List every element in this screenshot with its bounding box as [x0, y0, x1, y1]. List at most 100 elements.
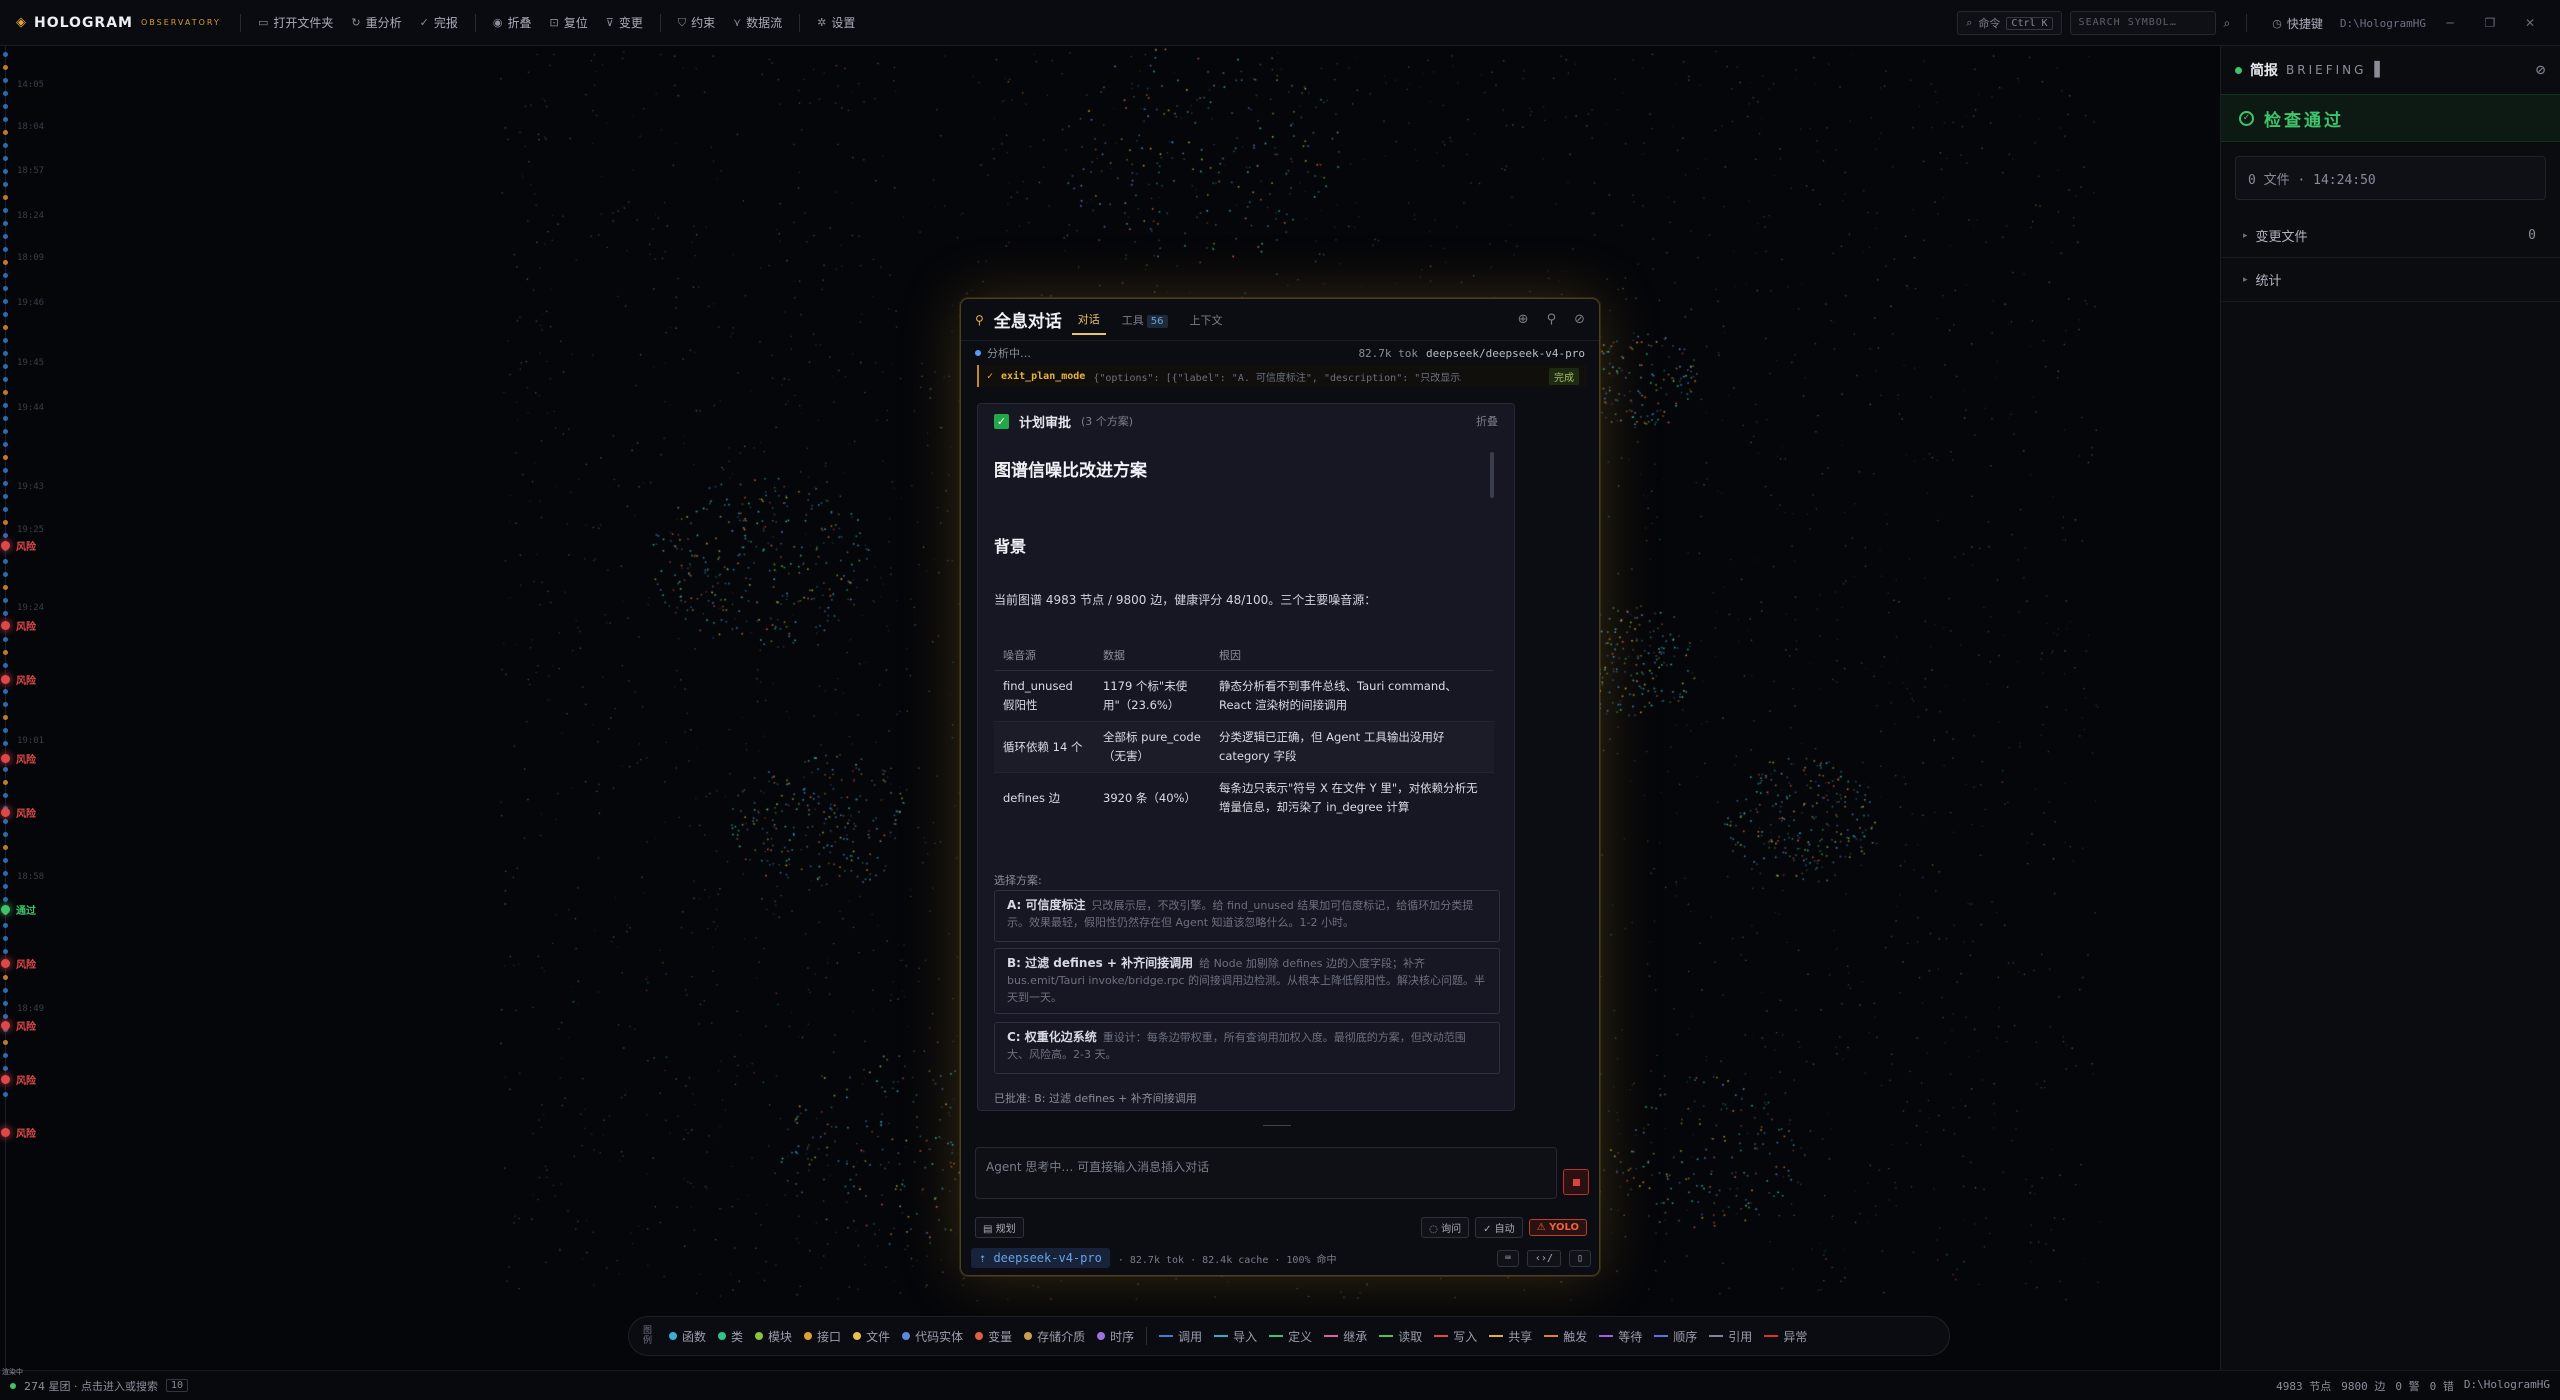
timeline-event-dot[interactable] — [3, 52, 8, 57]
minimize-icon[interactable]: ─ — [2434, 16, 2466, 30]
legend-item[interactable]: 等待 — [1599, 1328, 1642, 1345]
timeline-risk-marker[interactable]: 风险 — [1, 1018, 36, 1033]
legend-item[interactable]: 写入 — [1434, 1328, 1477, 1345]
legend-item[interactable]: 继承 — [1324, 1328, 1367, 1345]
timeline-event-dot[interactable] — [3, 845, 8, 850]
tab-context[interactable]: 上下文 — [1184, 306, 1229, 334]
model-chip[interactable]: ⇡ deepseek-v4-pro — [971, 1248, 1110, 1268]
timeline-event-dot[interactable] — [3, 663, 8, 668]
timeline-event-dot[interactable] — [3, 182, 8, 187]
timeline-event-dot[interactable] — [3, 923, 8, 928]
resize-handle[interactable] — [1263, 1125, 1291, 1128]
toolbar-button[interactable]: ⋎ 数据流 — [724, 9, 791, 37]
tab-tools[interactable]: 工具 56 — [1116, 306, 1174, 334]
timeline-event-dot[interactable] — [3, 507, 8, 512]
legend-item[interactable]: 定义 — [1269, 1328, 1312, 1345]
legend-item[interactable]: 时序 — [1097, 1328, 1134, 1345]
timeline-event-dot[interactable] — [3, 130, 8, 135]
timeline-risk-marker[interactable]: 风险 — [1, 538, 36, 553]
stop-button[interactable] — [1563, 1169, 1589, 1195]
timeline-event-dot[interactable] — [3, 156, 8, 161]
timeline-event-dot[interactable] — [3, 91, 8, 96]
timeline-event-dot[interactable] — [3, 169, 8, 174]
timeline-event-dot[interactable] — [3, 637, 8, 642]
timeline-event-dot[interactable] — [3, 325, 8, 330]
timeline-event-dot[interactable] — [3, 949, 8, 954]
legend-item[interactable]: 接口 — [804, 1328, 841, 1345]
timeline-risk-marker[interactable]: 风险 — [1, 672, 36, 687]
timeline-event-dot[interactable] — [3, 832, 8, 837]
maximize-icon[interactable]: ❐ — [2474, 16, 2506, 30]
legend-item[interactable]: 代码实体 — [902, 1328, 963, 1345]
keyboard-icon[interactable]: ⌨ — [1496, 1249, 1519, 1267]
timeline-event-dot[interactable] — [3, 338, 8, 343]
timeline-risk-marker[interactable]: 风险 — [1, 805, 36, 820]
toolbar-button[interactable]: ✲ 设置 — [808, 9, 864, 37]
legend-item[interactable]: 共享 — [1489, 1328, 1532, 1345]
toolbar-button[interactable]: ⊽ 变更 — [597, 9, 652, 37]
timeline-event-dot[interactable] — [3, 143, 8, 148]
legend-item[interactable]: 类 — [718, 1328, 743, 1345]
code-icon[interactable]: ‹›/ — [1526, 1249, 1561, 1267]
search-icon[interactable]: ⌕ — [2224, 16, 2231, 31]
legend-item[interactable]: 导入 — [1214, 1328, 1257, 1345]
legend-item[interactable]: 异常 — [1764, 1328, 1807, 1345]
target-icon[interactable]: ⊕ — [1518, 312, 1529, 327]
timeline-event-dot[interactable] — [3, 195, 8, 200]
pin-icon[interactable]: ⚲ — [1547, 312, 1557, 327]
toolbar-button[interactable]: ◉ 折叠 — [484, 9, 541, 37]
timeline-event-dot[interactable] — [3, 702, 8, 707]
legend-item[interactable]: 顺序 — [1654, 1328, 1697, 1345]
timeline-event-dot[interactable] — [3, 390, 8, 395]
timeline-event-dot[interactable] — [3, 884, 8, 889]
timeline-event-dot[interactable] — [3, 429, 8, 434]
timeline-event-dot[interactable] — [3, 117, 8, 122]
timeline-event-dot[interactable] — [3, 936, 8, 941]
timeline-event-dot[interactable] — [3, 858, 8, 863]
timeline-risk-marker[interactable]: 风险 — [1, 618, 36, 633]
symbol-search-input[interactable]: SEARCH SYMBOL… — [2069, 11, 2216, 35]
timeline-risk-marker[interactable]: 风险 — [1, 1072, 36, 1087]
timeline-event-dot[interactable] — [3, 299, 8, 304]
timeline-risk-marker[interactable]: 风险 — [1, 751, 36, 766]
disable-icon[interactable]: ⊘ — [1574, 312, 1585, 327]
timeline-event-dot[interactable] — [3, 650, 8, 655]
plan-option[interactable]: A: 可信度标注 只改展示层，不改引擎。给 find_unused 结果加可信度标… — [994, 890, 1500, 942]
timeline-event-dot[interactable] — [3, 351, 8, 356]
toolbar-button[interactable]: ✓ 完报 — [411, 9, 467, 37]
legend-item[interactable]: 读取 — [1379, 1328, 1422, 1345]
timeline-event-dot[interactable] — [3, 286, 8, 291]
timeline-event-dot[interactable] — [3, 78, 8, 83]
toolbar-button[interactable]: ↻ 重分析 — [342, 9, 410, 37]
timeline-event-dot[interactable] — [3, 1001, 8, 1006]
doc-icon[interactable]: ▯ — [1568, 1249, 1591, 1267]
tool-call-line[interactable]: ✓ exit_plan_mode {"options": [{"label": … — [977, 365, 1587, 387]
timeline-event-dot[interactable] — [3, 689, 8, 694]
toolbar-button[interactable]: ▭ 打开文件夹 — [249, 9, 342, 37]
timeline-event-dot[interactable] — [3, 728, 8, 733]
timeline-event-dot[interactable] — [3, 572, 8, 577]
legend-item[interactable]: 调用 — [1159, 1328, 1202, 1345]
plan-option[interactable]: B: 过滤 defines + 补齐间接调用给 Node 加剔除 defines… — [994, 948, 1500, 1014]
timeline-event-dot[interactable] — [3, 520, 8, 525]
timeline-event-dot[interactable] — [3, 403, 8, 408]
ask-mode-button[interactable]: ◌ 询问 — [1421, 1216, 1470, 1238]
toolbar-button[interactable]: ⊡ 复位 — [541, 9, 597, 37]
legend-item[interactable]: 变量 — [975, 1328, 1012, 1345]
section-stats[interactable]: ▸ 统计 — [2221, 258, 2560, 302]
timeline-event-dot[interactable] — [3, 273, 8, 278]
timeline-event-dot[interactable] — [3, 416, 8, 421]
timeline-event-dot[interactable] — [3, 312, 8, 317]
timeline-event-dot[interactable] — [3, 1066, 8, 1071]
timeline-event-dot[interactable] — [3, 481, 8, 486]
timeline-event-dot[interactable] — [3, 988, 8, 993]
message-input[interactable]: Agent 思考中… 可直接输入消息插入对话 — [975, 1147, 1557, 1199]
close-icon[interactable]: ✕ — [2514, 16, 2546, 30]
timeline-event-dot[interactable] — [3, 559, 8, 564]
timeline-event-dot[interactable] — [3, 1040, 8, 1045]
tab-chat[interactable]: 对话 — [1071, 305, 1106, 335]
legend-item[interactable]: 模块 — [755, 1328, 792, 1345]
timeline-event-dot[interactable] — [3, 442, 8, 447]
snapshot-button[interactable]: ◷ 快捷键 — [2263, 9, 2332, 37]
timeline-event-dot[interactable] — [3, 221, 8, 226]
